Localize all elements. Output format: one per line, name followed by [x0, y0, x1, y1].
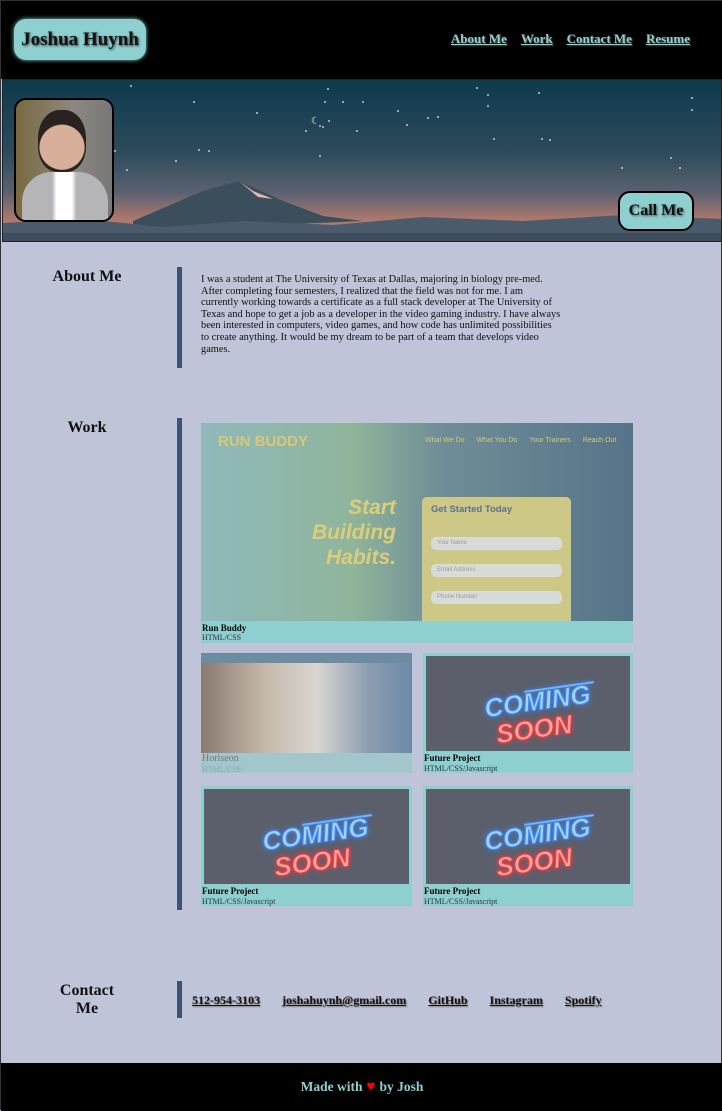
heart-icon: ♥	[366, 1079, 376, 1095]
section-divider	[177, 267, 182, 368]
coming-soon-image: COMING SOON	[426, 656, 630, 751]
preview-field: Your Name	[431, 537, 562, 550]
star	[341, 101, 344, 104]
star	[437, 116, 440, 119]
star	[396, 109, 399, 112]
star	[327, 88, 330, 91]
about-text: I was a student at The University of Tex…	[201, 274, 561, 355]
run-buddy-preview: RUN BUDDY What We Do What You Do Your Trai…	[201, 423, 633, 621]
star	[549, 138, 552, 141]
preview-nav-item: What We Do	[425, 437, 465, 444]
project-card-horiseon[interactable]: Horiseon HTML/CSS	[201, 653, 412, 774]
project-tech: HTML/CSS	[202, 765, 242, 774]
star	[670, 157, 673, 160]
star	[406, 123, 409, 126]
star	[476, 86, 479, 89]
github-link[interactable]: GitHub	[428, 993, 467, 1008]
star	[537, 91, 540, 94]
nav-resume[interactable]: Resume	[646, 31, 690, 47]
star	[541, 137, 544, 140]
project-title: Run Buddy	[202, 623, 247, 633]
profile-photo	[14, 98, 114, 222]
moon-icon: ☾	[311, 116, 320, 127]
preview-field: Email Address	[431, 564, 562, 577]
preview-field: Phone Number	[431, 591, 562, 604]
star	[327, 119, 330, 122]
project-tech: HTML/CSS	[202, 633, 242, 642]
footer-made-with: Made with	[300, 1079, 363, 1094]
star	[691, 97, 694, 100]
phone-link[interactable]: 512-954-3103	[192, 993, 260, 1008]
project-card-future[interactable]: COMING SOON Future Project HTML/CSS/Javas…	[201, 786, 412, 906]
star	[486, 105, 489, 108]
coming-soon-image: COMING SOON	[426, 789, 630, 884]
preview-nav-item: Your Trainers	[529, 437, 571, 444]
project-title: Future Project	[424, 886, 481, 896]
star	[304, 129, 307, 132]
nav-about-me[interactable]: About Me	[451, 31, 507, 47]
spotify-link[interactable]: Spotify	[565, 993, 602, 1008]
star	[256, 111, 259, 114]
project-tech: HTML/CSS/Javascript	[424, 897, 498, 906]
star	[427, 116, 430, 119]
hero-banner: ☾ Call Me	[2, 79, 722, 242]
star	[690, 109, 693, 112]
project-title: Horiseon	[202, 753, 239, 764]
about-heading: About Me	[52, 268, 122, 285]
project-card-future[interactable]: COMING SOON Future Project HTML/CSS/Javas…	[423, 653, 633, 773]
star	[207, 150, 210, 153]
footer-by: by Josh	[379, 1079, 424, 1094]
star	[322, 125, 325, 128]
contact-links: 512-954-3103 joshahuynh@gmail.com GitHub…	[192, 993, 602, 1008]
preview-nav-item: Reach Out	[582, 437, 617, 444]
site-footer: Made with ♥ by Josh	[1, 1063, 722, 1111]
project-card-run-buddy[interactable]: RUN BUDDY What We Do What You Do Your Trai…	[201, 423, 633, 643]
preview-form-title: Get Started Today	[431, 504, 513, 515]
site-logo[interactable]: Joshua Huynh	[14, 19, 146, 60]
star	[318, 155, 321, 158]
nav-work[interactable]: Work	[521, 31, 553, 47]
instagram-link[interactable]: Instagram	[490, 993, 543, 1008]
section-divider	[177, 418, 182, 910]
star	[486, 94, 489, 97]
main-nav: About Me Work Contact Me Resume	[451, 31, 690, 47]
project-tech: HTML/CSS/Javascript	[202, 897, 276, 906]
star	[129, 84, 132, 87]
coming-soon-image: COMING SOON	[204, 789, 409, 884]
project-title: Future Project	[202, 886, 259, 896]
star	[356, 130, 359, 133]
preview-form: Get Started Today Your Name Email Addres…	[422, 497, 571, 621]
project-title: Future Project	[424, 753, 481, 763]
preview-nav: What We Do What You Do Your Trainers Reach …	[425, 437, 616, 444]
section-divider	[177, 981, 182, 1018]
preview-hero: Start Building Habits.	[312, 496, 396, 569]
star	[197, 148, 200, 151]
preview-brand: RUN BUDDY	[218, 433, 308, 450]
project-tech: HTML/CSS/Javascript	[424, 764, 498, 773]
star	[493, 138, 496, 141]
star	[323, 100, 326, 103]
contact-heading: Contact Me	[59, 982, 115, 1017]
work-heading: Work	[67, 419, 107, 436]
project-card-future[interactable]: COMING SOON Future Project HTML/CSS/Javas…	[423, 786, 633, 906]
preview-nav-item: What You Do	[476, 437, 518, 444]
star	[361, 101, 364, 104]
call-me-button[interactable]: Call Me	[618, 191, 694, 231]
site-header: Joshua Huynh About Me Work Contact Me Re…	[1, 1, 722, 79]
nav-contact-me[interactable]: Contact Me	[567, 31, 632, 47]
star	[193, 101, 196, 104]
horiseon-preview	[201, 653, 412, 753]
email-link[interactable]: joshahuynh@gmail.com	[282, 993, 406, 1008]
